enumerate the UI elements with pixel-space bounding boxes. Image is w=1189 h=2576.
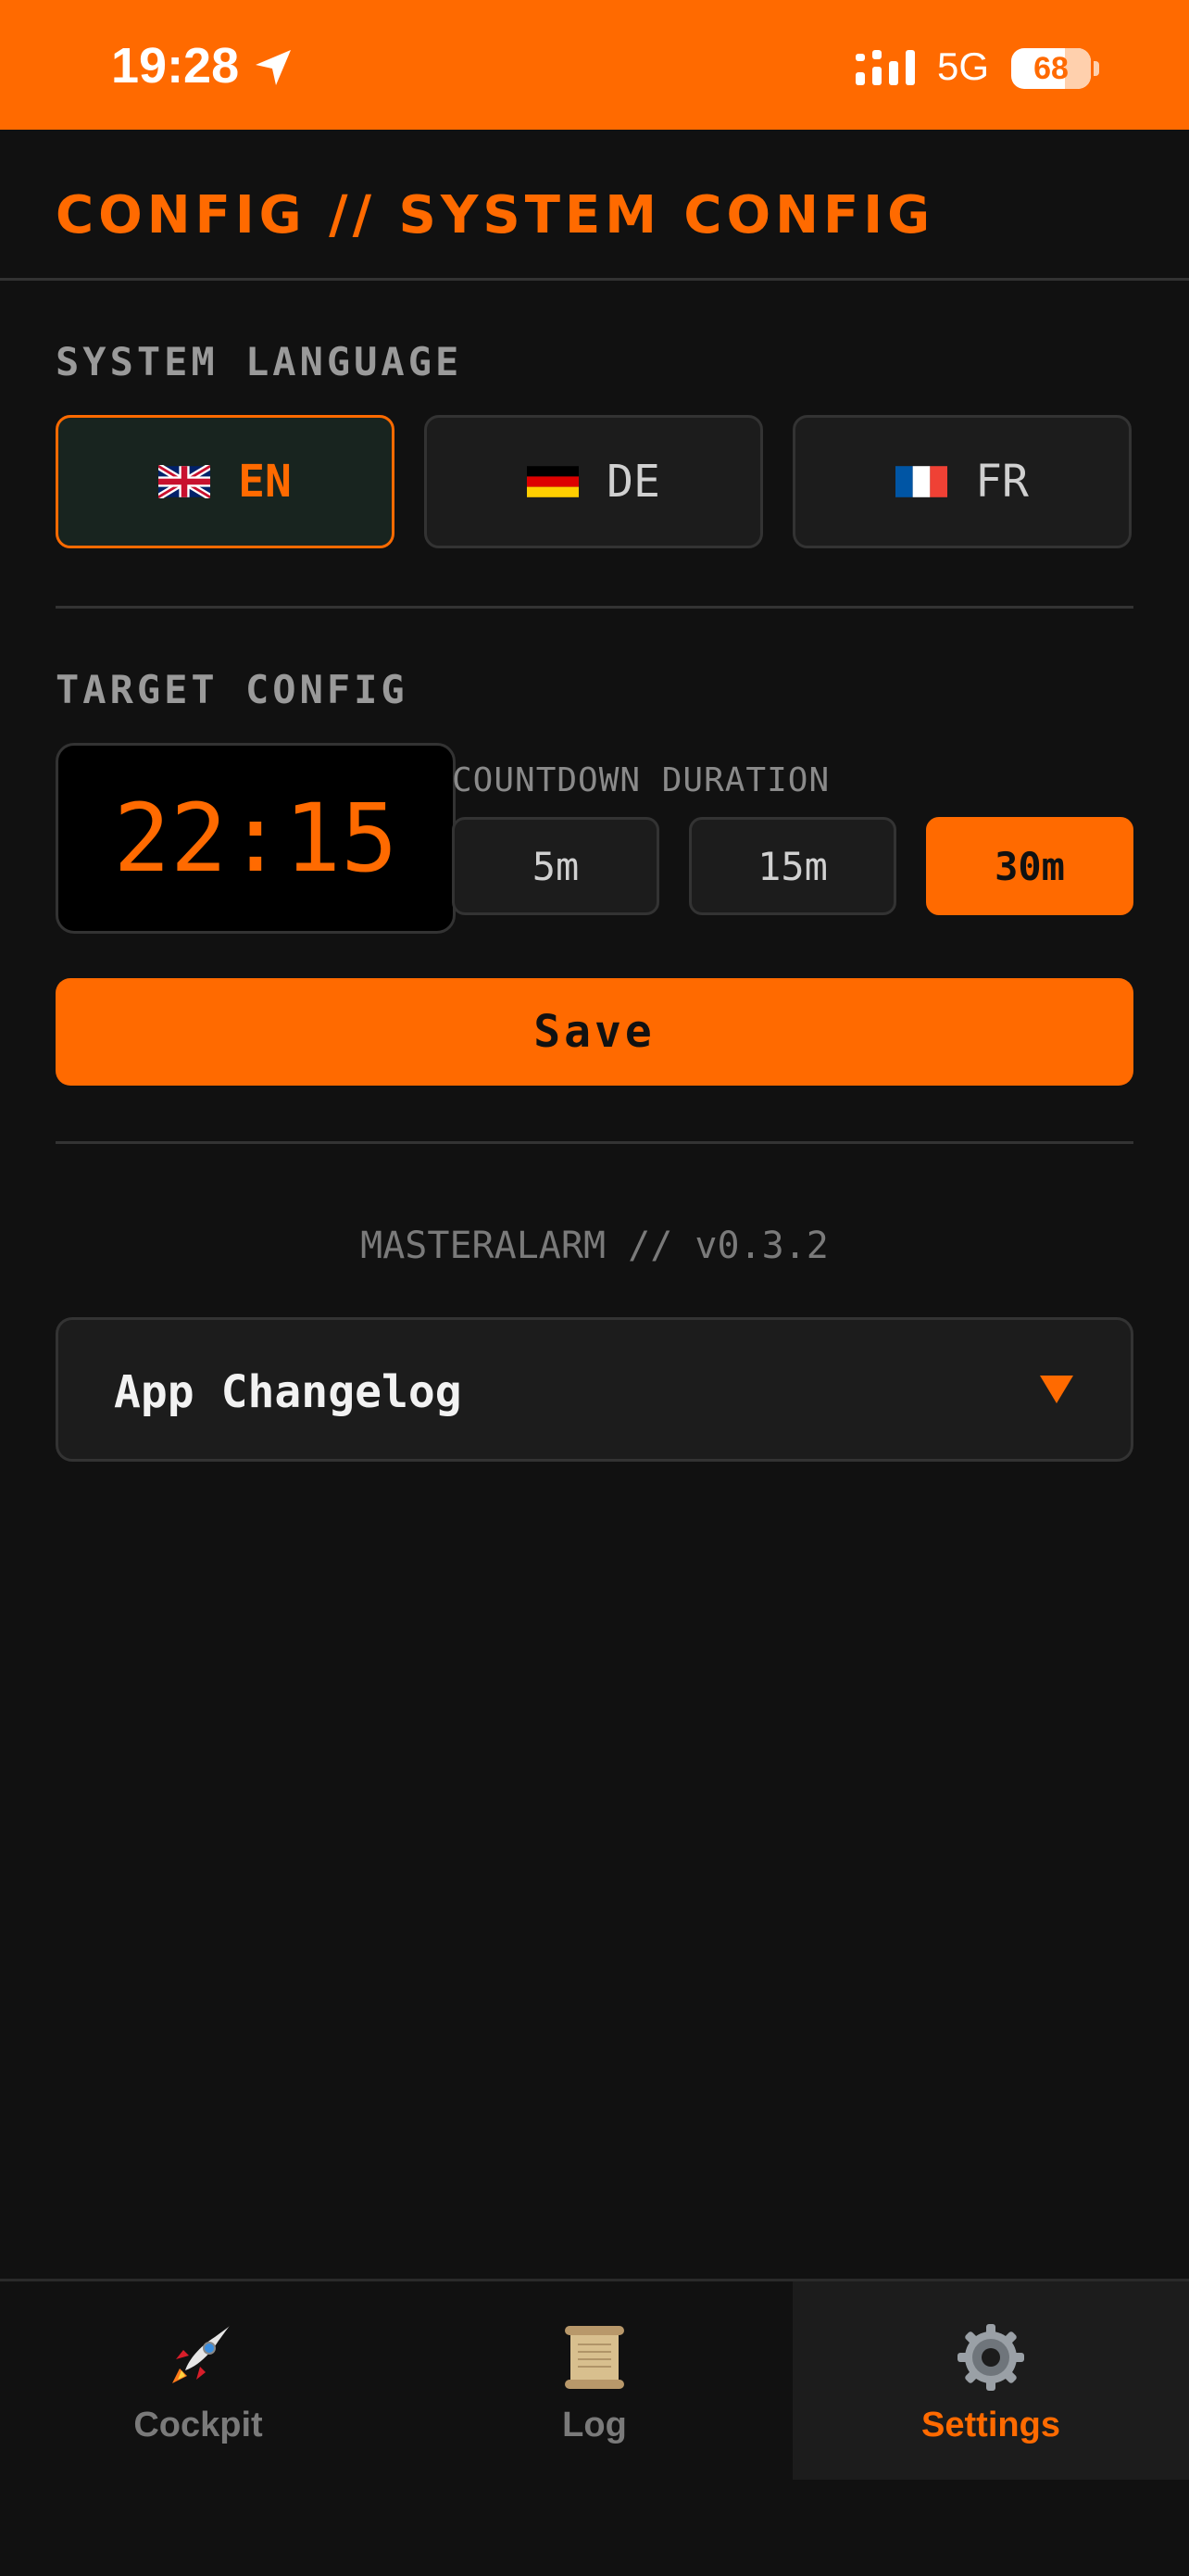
battery-cap bbox=[1094, 61, 1099, 76]
rocket-icon bbox=[172, 2326, 230, 2383]
status-bar: 19:28 5G 68 bbox=[0, 0, 1189, 130]
changelog-accordion[interactable]: App Changelog bbox=[56, 1317, 1133, 1462]
duration-button-15m[interactable]: 15m bbox=[689, 817, 896, 915]
language-button-en[interactable]: EN bbox=[56, 415, 394, 548]
app-version: MASTERALARM // v0.3.2 bbox=[360, 1225, 829, 1267]
language-button-fr[interactable]: FR bbox=[793, 415, 1132, 548]
status-time: 19:28 bbox=[111, 38, 240, 94]
target-time-picker[interactable]: 22:15 bbox=[56, 743, 456, 934]
france-flag-icon bbox=[895, 466, 948, 497]
location-arrow-icon bbox=[256, 50, 291, 85]
save-button[interactable]: Save bbox=[56, 978, 1133, 1086]
nav-item-settings[interactable]: Settings bbox=[793, 2281, 1189, 2480]
network-type: 5G bbox=[937, 44, 990, 88]
duration-button-30m[interactable]: 30m bbox=[926, 817, 1133, 915]
language-code: DE bbox=[607, 456, 660, 508]
bottom-navigation: Cockpit Log Settings bbox=[0, 2279, 1189, 2576]
nav-item-cockpit[interactable]: Cockpit bbox=[0, 2281, 396, 2480]
page-title: CONFIG // SYSTEM CONFIG bbox=[56, 185, 935, 245]
scroll-icon bbox=[565, 2326, 624, 2389]
nav-label: Cockpit bbox=[133, 2406, 263, 2444]
nav-label: Log bbox=[562, 2406, 627, 2444]
battery-level: 68 bbox=[1033, 51, 1069, 86]
countdown-duration-label: COUNTDOWN DURATION bbox=[452, 761, 831, 799]
caret-down-icon bbox=[1040, 1376, 1073, 1403]
language-button-de[interactable]: DE bbox=[424, 415, 763, 548]
battery-icon: 68 bbox=[1011, 48, 1091, 89]
target-section-label: TARGET CONFIG bbox=[56, 667, 408, 712]
nav-label: Settings bbox=[921, 2406, 1060, 2444]
nav-item-log[interactable]: Log bbox=[396, 2281, 793, 2480]
language-code: EN bbox=[238, 456, 292, 508]
changelog-label: App Changelog bbox=[114, 1366, 462, 1418]
language-code: FR bbox=[975, 456, 1029, 508]
language-section-label: SYSTEM LANGUAGE bbox=[56, 339, 463, 384]
section-divider bbox=[56, 1141, 1133, 1144]
germany-flag-icon bbox=[527, 466, 580, 497]
section-divider bbox=[56, 606, 1133, 609]
header-divider bbox=[0, 278, 1189, 281]
cellular-signal-icon bbox=[856, 50, 915, 85]
target-time-value: 22:15 bbox=[113, 783, 398, 894]
uk-flag-icon bbox=[158, 465, 211, 498]
gear-icon bbox=[957, 2324, 1024, 2391]
duration-button-5m[interactable]: 5m bbox=[452, 817, 659, 915]
